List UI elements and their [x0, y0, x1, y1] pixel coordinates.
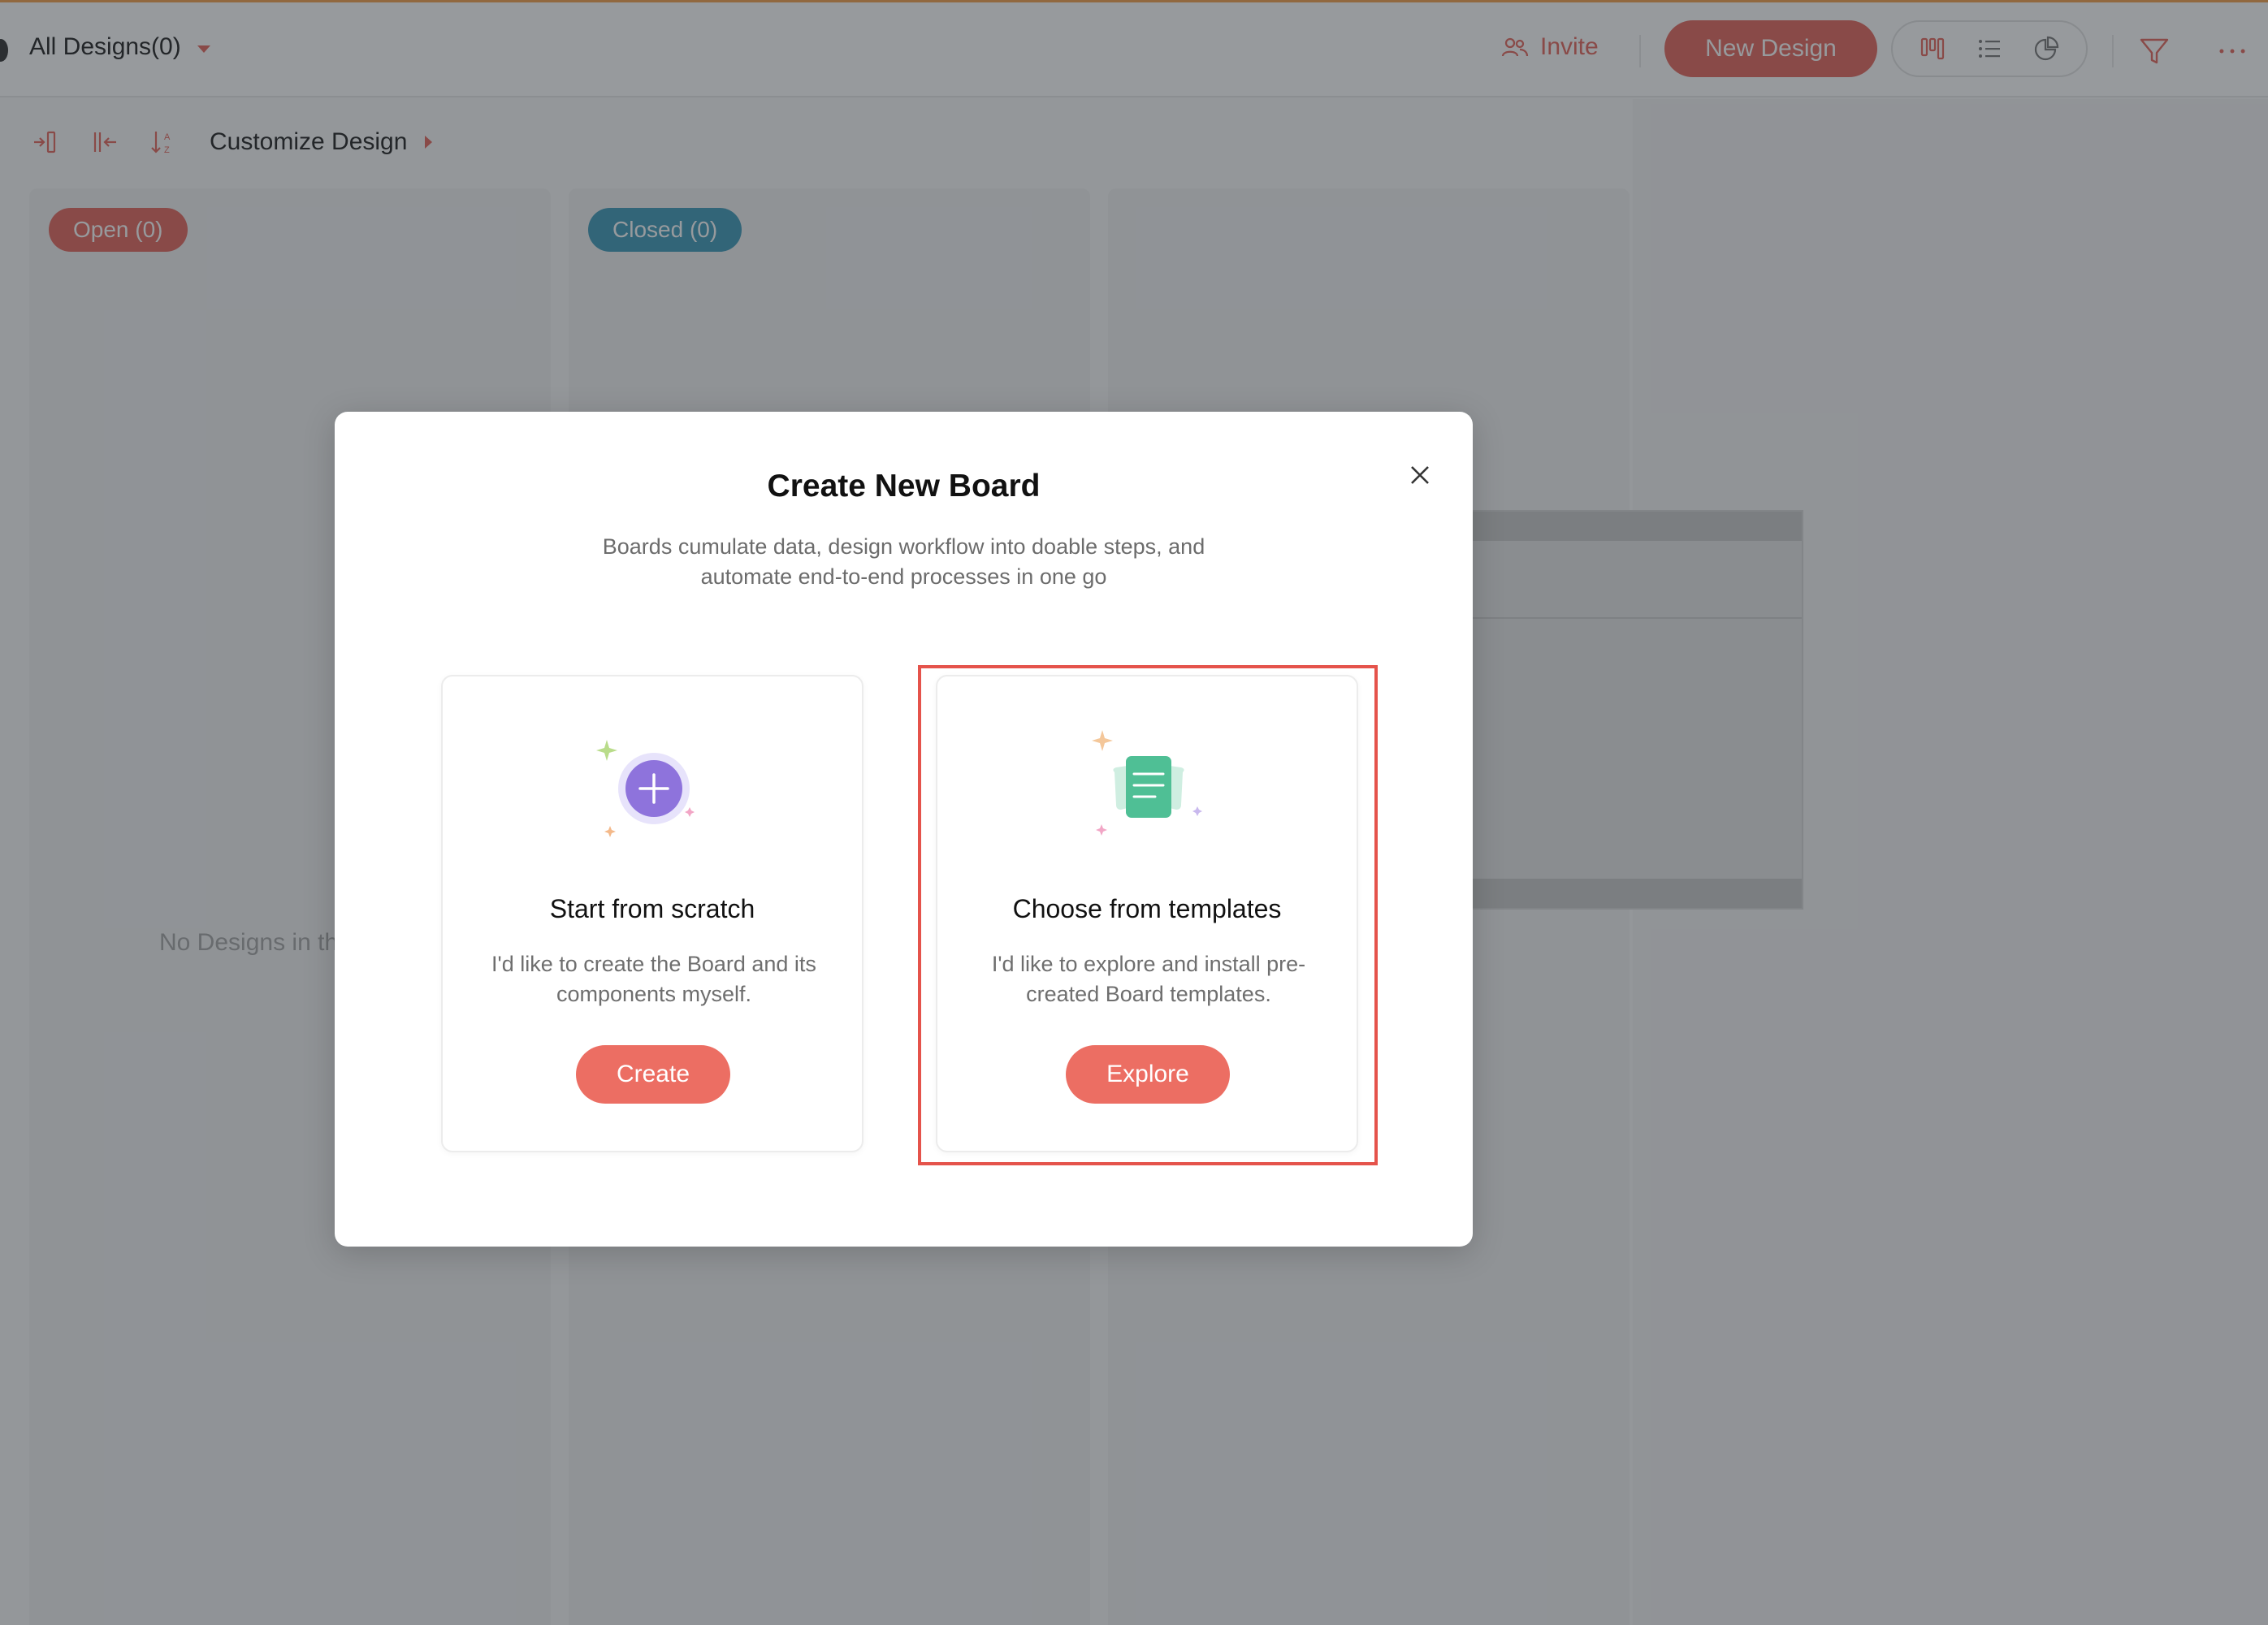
- start-from-scratch-card[interactable]: Start from scratch I'd like to create th…: [441, 675, 863, 1152]
- explore-button[interactable]: Explore: [1066, 1045, 1230, 1104]
- choose-templates-card[interactable]: Choose from templates I'd like to explor…: [936, 675, 1358, 1152]
- card-description: I'd like to create the Board and its com…: [491, 952, 816, 1006]
- plus-circle-icon: [596, 740, 695, 837]
- create-button[interactable]: Create: [576, 1045, 730, 1104]
- dialog-title: Create New Board: [767, 469, 1041, 503]
- create-board-dialog: Create New Board Boards cumulate data, d…: [335, 412, 1473, 1247]
- card-title: Choose from templates: [1012, 894, 1282, 923]
- dialog-subtitle: Boards cumulate data, design workflow in…: [602, 534, 1205, 589]
- card-title: Start from scratch: [549, 894, 755, 923]
- card-description: I'd like to explore and install pre-crea…: [991, 952, 1306, 1006]
- template-document-icon: [1092, 730, 1202, 836]
